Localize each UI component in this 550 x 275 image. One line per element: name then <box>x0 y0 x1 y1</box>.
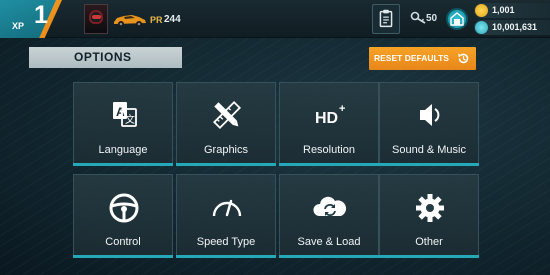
coins-display[interactable]: 1,001 <box>474 3 550 18</box>
pr-label: PR <box>150 15 163 25</box>
graphics-icon <box>212 100 242 130</box>
coin-icon <box>475 4 488 17</box>
tile-label: Control <box>105 236 141 248</box>
tile-label: Other <box>415 236 443 248</box>
speedometer-icon <box>212 199 242 217</box>
tile-other[interactable]: Other <box>379 174 479 258</box>
svg-text:文: 文 <box>125 113 135 126</box>
garage-icon <box>450 12 464 26</box>
tile-resolution[interactable]: HD + Resolution <box>279 82 379 166</box>
coins-value: 1,001 <box>492 5 515 15</box>
tile-label: Graphics <box>203 144 249 156</box>
steering-wheel-icon <box>109 193 139 223</box>
top-bar: 1 XP PR 244 50 1,001 10,001,631 <box>0 0 550 38</box>
key-count: 50 <box>426 13 438 24</box>
speaker-icon <box>420 104 440 126</box>
tile-label: Sound & Music <box>392 144 466 156</box>
options-title: OPTIONS <box>29 47 182 68</box>
language-icon: A 文 <box>113 102 137 127</box>
credit-icon <box>475 21 488 34</box>
tile-label: Speed Type <box>196 236 256 248</box>
garage-button[interactable] <box>446 8 468 30</box>
tile-language[interactable]: A 文 Language <box>73 82 173 166</box>
clipboard-button[interactable] <box>372 4 400 34</box>
credits-value: 10,001,631 <box>492 22 538 32</box>
hd-icon: HD + <box>315 103 345 127</box>
svg-text:+: + <box>339 103 345 115</box>
svg-text:HD: HD <box>315 110 338 127</box>
tile-control[interactable]: Control <box>73 174 173 258</box>
tile-label: Language <box>98 144 148 156</box>
xp-label: XP <box>12 21 25 31</box>
reset-defaults-label: RESET DEFAULTS <box>374 53 449 63</box>
gear-icon <box>416 194 444 222</box>
pr-value: 244 <box>164 14 181 25</box>
tile-sound-music[interactable]: Sound & Music <box>379 82 479 166</box>
tile-label: Save & Load <box>297 236 361 248</box>
visor <box>92 15 101 19</box>
tile-speed-type[interactable]: Speed Type <box>176 174 276 258</box>
reset-defaults-button[interactable]: RESET DEFAULTS <box>369 47 476 70</box>
cloud-sync-icon <box>313 196 347 216</box>
clipboard-icon <box>379 9 393 28</box>
reset-icon <box>458 53 469 64</box>
car-icon[interactable] <box>112 10 148 28</box>
tile-graphics[interactable]: Graphics <box>176 82 276 166</box>
player-avatar[interactable] <box>84 4 108 34</box>
xp-level: 1 <box>34 1 48 29</box>
tile-label: Resolution <box>303 144 355 156</box>
svg-text:A: A <box>116 105 125 119</box>
tile-save-load[interactable]: Save & Load <box>279 174 379 258</box>
credits-display[interactable]: 10,001,631 <box>474 20 550 35</box>
